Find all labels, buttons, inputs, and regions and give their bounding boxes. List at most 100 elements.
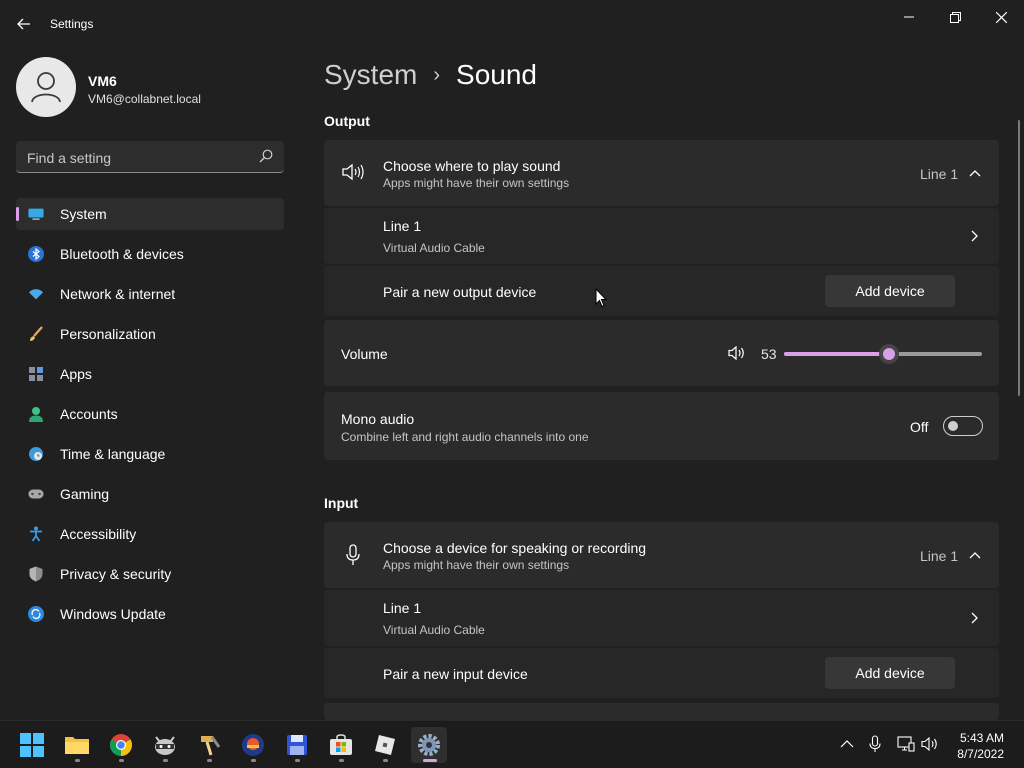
breadcrumb-parent[interactable]: System xyxy=(324,59,417,91)
sidebar-item-bluetooth[interactable]: Bluetooth & devices xyxy=(16,238,284,270)
title-bar: Settings xyxy=(0,0,1024,48)
output-device-line1[interactable]: Line 1 Virtual Audio Cable xyxy=(324,208,999,264)
restore-button[interactable] xyxy=(932,4,978,30)
sidebar-item-privacy-security[interactable]: Privacy & security xyxy=(16,558,284,590)
shield-icon xyxy=(28,566,44,582)
volume-slider-thumb[interactable] xyxy=(878,344,899,364)
file-explorer-icon xyxy=(65,737,89,754)
microphone-icon xyxy=(346,544,360,565)
mono-audio-row: Mono audio Combine left and right audio … xyxy=(324,392,999,460)
accessibility-icon xyxy=(28,526,44,542)
start-button[interactable] xyxy=(14,727,50,763)
taskbar-save-app[interactable] xyxy=(279,727,315,763)
sidebar-item-label: Network & internet xyxy=(60,286,176,302)
sidebar-item-personalization[interactable]: Personalization xyxy=(16,318,284,350)
mono-audio-toggle[interactable] xyxy=(943,416,983,436)
output-device-selector[interactable]: Choose where to play sound Apps might ha… xyxy=(324,140,999,206)
update-icon xyxy=(28,606,44,622)
network-icon xyxy=(897,736,915,752)
breadcrumb: System › Sound xyxy=(324,59,537,91)
store-icon xyxy=(330,734,352,755)
close-icon xyxy=(995,11,1007,23)
taskbar-clock[interactable]: 5:43 AM 8/7/2022 xyxy=(957,730,1004,762)
user-name: VM6 xyxy=(88,73,117,89)
next-card-partial xyxy=(324,703,999,720)
add-output-device-button[interactable]: Add device xyxy=(825,275,955,307)
taskbar-roblox[interactable] xyxy=(367,727,403,763)
volume-value: 53 xyxy=(761,346,777,362)
input-choose-title: Choose a device for speaking or recordin… xyxy=(383,540,647,556)
minimize-button[interactable] xyxy=(886,4,932,30)
output-device-subtitle: Virtual Audio Cable xyxy=(383,241,485,255)
clock-globe-icon xyxy=(28,446,44,462)
tray-network[interactable] xyxy=(897,735,915,753)
sidebar-item-label: Accessibility xyxy=(60,526,137,542)
chevron-up-icon[interactable] xyxy=(969,551,981,559)
taskbar: 5:43 AM 8/7/2022 xyxy=(0,720,1024,768)
sidebar-item-accounts[interactable]: Accounts xyxy=(16,398,284,430)
start-icon xyxy=(20,733,44,757)
breadcrumb-separator: › xyxy=(433,63,441,86)
volume-slider-fill xyxy=(784,352,889,356)
taskbar-raccoon-app[interactable] xyxy=(147,727,183,763)
output-section-title: Output xyxy=(324,113,370,129)
sidebar-item-system[interactable]: System xyxy=(16,198,284,230)
speaker-icon xyxy=(342,163,364,181)
input-device-subtitle: Virtual Audio Cable xyxy=(383,623,485,637)
input-device-name: Line 1 xyxy=(383,600,422,616)
search-icon xyxy=(259,149,273,163)
user-icon xyxy=(31,72,61,103)
input-section-title: Input xyxy=(324,495,359,511)
input-device-line1[interactable]: Line 1 Virtual Audio Cable xyxy=(324,590,999,646)
add-input-device-button[interactable]: Add device xyxy=(825,657,955,689)
pair-input-label: Pair a new input device xyxy=(383,666,528,682)
clock-time: 5:43 AM xyxy=(959,731,1004,745)
sidebar-nav: System Bluetooth & devices Network & int… xyxy=(16,198,284,638)
accounts-icon xyxy=(28,406,44,422)
sidebar-item-time-language[interactable]: Time & language xyxy=(16,438,284,470)
settings-icon xyxy=(418,734,440,756)
search-input[interactable]: Find a setting xyxy=(16,141,284,173)
taskbar-chrome[interactable] xyxy=(103,727,139,763)
user-email: VM6@collabnet.local xyxy=(88,92,201,106)
tray-overflow-button[interactable] xyxy=(838,735,856,753)
save-app-icon xyxy=(287,735,307,755)
sidebar-item-apps[interactable]: Apps xyxy=(16,358,284,390)
output-device-name: Line 1 xyxy=(383,218,422,234)
tray-microphone[interactable] xyxy=(866,735,884,753)
close-button[interactable] xyxy=(978,4,1024,30)
sidebar-item-gaming[interactable]: Gaming xyxy=(16,478,284,510)
sidebar-item-label: Windows Update xyxy=(60,606,166,622)
sidebar-item-windows-update[interactable]: Windows Update xyxy=(16,598,284,630)
tray-volume[interactable] xyxy=(921,735,939,753)
sidebar-item-accessibility[interactable]: Accessibility xyxy=(16,518,284,550)
volume-slider[interactable] xyxy=(784,344,982,364)
sidebar-item-label: Time & language xyxy=(60,446,166,462)
chevron-up-icon[interactable] xyxy=(969,169,981,177)
taskbar-ai-app[interactable] xyxy=(235,727,271,763)
wifi-icon xyxy=(28,286,44,302)
system-icon xyxy=(28,206,44,222)
taskbar-settings[interactable] xyxy=(411,727,447,763)
chevron-right-icon xyxy=(971,230,978,242)
scrollbar[interactable] xyxy=(1018,120,1020,396)
volume-speaker-icon[interactable] xyxy=(728,346,746,360)
pair-output-row: Pair a new output device Add device xyxy=(324,266,999,316)
input-device-selector[interactable]: Choose a device for speaking or recordin… xyxy=(324,522,999,588)
app-title: Settings xyxy=(50,17,94,31)
sidebar-item-label: Privacy & security xyxy=(60,566,172,582)
ai-app-icon xyxy=(242,734,264,756)
back-arrow-icon xyxy=(17,18,30,30)
sidebar-item-label: Bluetooth & devices xyxy=(60,246,184,262)
gamepad-icon xyxy=(28,486,44,502)
taskbar-tool-app[interactable] xyxy=(191,727,227,763)
page-title: Sound xyxy=(456,59,537,90)
taskbar-file-explorer[interactable] xyxy=(59,727,95,763)
taskbar-store[interactable] xyxy=(323,727,359,763)
sidebar-item-network[interactable]: Network & internet xyxy=(16,278,284,310)
chevron-up-icon xyxy=(840,740,854,748)
back-button[interactable] xyxy=(10,12,38,36)
sidebar-item-label: Apps xyxy=(60,366,92,382)
avatar[interactable] xyxy=(16,57,76,117)
chrome-icon xyxy=(110,734,132,756)
